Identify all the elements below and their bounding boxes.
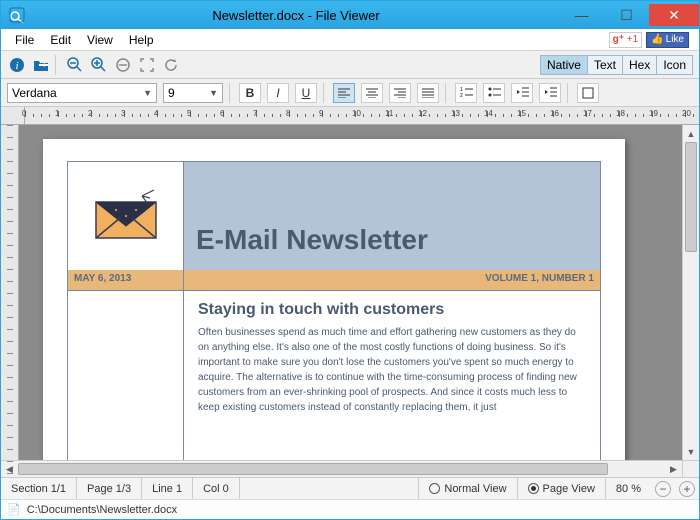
article-body: Often businesses spend as much time and … (198, 325, 586, 415)
maximize-button[interactable]: ☐ (604, 4, 649, 26)
scroll-left-button[interactable]: ◀ (1, 461, 18, 477)
zoom-out-icon[interactable] (65, 55, 85, 75)
menubar: File Edit View Help g⁺ +1 👍Like (1, 29, 699, 51)
vertical-ruler[interactable] (1, 125, 19, 460)
font-combo[interactable]: Verdana▼ (7, 83, 157, 103)
google-plus-button[interactable]: g⁺ +1 (609, 32, 643, 48)
align-justify-button[interactable] (417, 83, 439, 103)
bold-button[interactable]: B (239, 83, 261, 103)
header-image (68, 162, 184, 270)
tab-text[interactable]: Text (588, 56, 623, 74)
facebook-like-button[interactable]: 👍Like (646, 32, 689, 48)
svg-text:2: 2 (460, 93, 463, 98)
menu-edit[interactable]: Edit (42, 31, 79, 49)
svg-text:i: i (15, 60, 18, 72)
italic-button[interactable]: I (267, 83, 289, 103)
doc-date: MAY 6, 2013 (68, 270, 184, 290)
zoom-reset-icon[interactable] (113, 55, 133, 75)
titlebar[interactable]: Newsletter.docx - File Viewer — ☐ ✕ (1, 1, 699, 29)
page: E-Mail Newsletter MAY 6, 2013 VOLUME 1, … (43, 139, 625, 460)
fullscreen-icon[interactable] (137, 55, 157, 75)
refresh-icon[interactable] (161, 55, 181, 75)
document-icon: 📄 (7, 503, 21, 516)
minimize-button[interactable]: — (559, 4, 604, 26)
tab-icon[interactable]: Icon (657, 56, 692, 74)
close-button[interactable]: ✕ (649, 4, 699, 26)
scroll-thumb-v[interactable] (685, 142, 697, 252)
status-page: Page 1/3 (77, 478, 142, 500)
tab-hex[interactable]: Hex (623, 56, 657, 74)
font-size-combo[interactable]: 9▼ (163, 83, 223, 103)
main-toolbar: i Native Text Hex Icon (1, 51, 699, 79)
menu-view[interactable]: View (79, 31, 121, 49)
menu-help[interactable]: Help (121, 31, 162, 49)
app-icon (5, 3, 29, 27)
window-title: Newsletter.docx - File Viewer (33, 8, 559, 23)
box-button[interactable] (577, 83, 599, 103)
document-viewport[interactable]: E-Mail Newsletter MAY 6, 2013 VOLUME 1, … (19, 125, 682, 460)
status-section: Section 1/1 (1, 478, 77, 500)
align-center-button[interactable] (361, 83, 383, 103)
align-right-button[interactable] (389, 83, 411, 103)
indent-button[interactable] (539, 83, 561, 103)
tab-native[interactable]: Native (541, 56, 588, 74)
scroll-right-button[interactable]: ▶ (665, 461, 682, 477)
zoom-in-icon[interactable] (89, 55, 109, 75)
envelope-icon (90, 188, 162, 244)
open-folder-icon[interactable] (31, 55, 51, 75)
outdent-button[interactable] (511, 83, 533, 103)
numbered-list-button[interactable]: 12 (455, 83, 477, 103)
align-left-button[interactable] (333, 83, 355, 103)
scroll-down-button[interactable]: ▼ (683, 443, 699, 460)
scroll-thumb-h[interactable] (18, 463, 608, 475)
statusbar: Section 1/1 Page 1/3 Line 1 Col 0 Normal… (1, 477, 699, 499)
view-mode-tabs: Native Text Hex Icon (540, 55, 693, 75)
underline-button[interactable]: U (295, 83, 317, 103)
normal-view-radio[interactable]: Normal View (419, 478, 517, 500)
format-toolbar: Verdana▼ 9▼ B I U 12 (1, 79, 699, 107)
zoom-level: 80 % (606, 478, 651, 500)
info-icon[interactable]: i (7, 55, 27, 75)
horizontal-ruler[interactable]: 01234567891011121314151617181920 (1, 107, 699, 125)
status-line: Line 1 (142, 478, 193, 500)
status-col: Col 0 (193, 478, 240, 500)
doc-issue: VOLUME 1, NUMBER 1 (184, 270, 600, 290)
menu-file[interactable]: File (7, 31, 42, 49)
page-view-radio[interactable]: Page View (518, 478, 606, 500)
horizontal-scrollbar[interactable]: ◀ ▶ (1, 460, 699, 477)
scroll-up-button[interactable]: ▲ (683, 125, 699, 142)
vertical-scrollbar[interactable]: ▲ ▼ (682, 125, 699, 460)
doc-title: E-Mail Newsletter (196, 224, 428, 256)
article-heading: Staying in touch with customers (198, 301, 586, 319)
zoom-in-button[interactable]: + (679, 481, 695, 497)
zoom-out-button[interactable]: − (655, 481, 671, 497)
pathbar: 📄 C:\Documents\Newsletter.docx (1, 499, 699, 519)
bullet-list-button[interactable] (483, 83, 505, 103)
file-path: C:\Documents\Newsletter.docx (27, 504, 177, 516)
